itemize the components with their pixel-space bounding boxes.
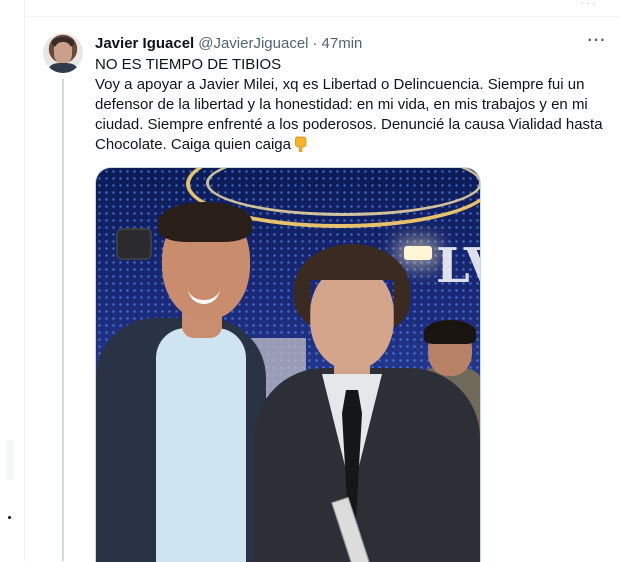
tweet-photo[interactable]: LV [95, 167, 481, 562]
left-gutter [0, 0, 24, 561]
gutter-dot [8, 516, 11, 519]
author-name[interactable]: Javier Iguacel [95, 35, 194, 52]
camera-prop [118, 230, 150, 258]
tweet-text-body-content: Voy a apoyar a Javier Milei, xq es Liber… [95, 76, 603, 153]
tweet[interactable]: Javier Iguacel @JavierJiguacel · 47min ·… [25, 17, 619, 562]
author-handle[interactable]: @JavierJiguacel [198, 35, 308, 52]
tweet-timestamp[interactable]: 47min [322, 35, 363, 52]
avatar[interactable] [43, 33, 83, 73]
tweet-header: Javier Iguacel @JavierJiguacel · 47min [95, 33, 362, 53]
previous-tweet-edge: ··· [25, 0, 619, 17]
more-options-icon[interactable]: ··· [587, 31, 607, 51]
tweet-text-body: Voy a apoyar a Javier Milei, xq es Liber… [95, 75, 611, 155]
gutter-mark [6, 440, 14, 480]
tweet-text-line-1: NO ES TIEMPO DE TIBIOS [95, 56, 282, 73]
tweet-text: NO ES TIEMPO DE TIBIOS Voy a apoyar a Ja… [95, 55, 611, 155]
backhand-index-pointing-down-icon [295, 136, 307, 152]
previous-more-icon[interactable]: ··· [580, 0, 597, 10]
header-separator: · [312, 34, 318, 52]
thread-line [62, 79, 64, 561]
